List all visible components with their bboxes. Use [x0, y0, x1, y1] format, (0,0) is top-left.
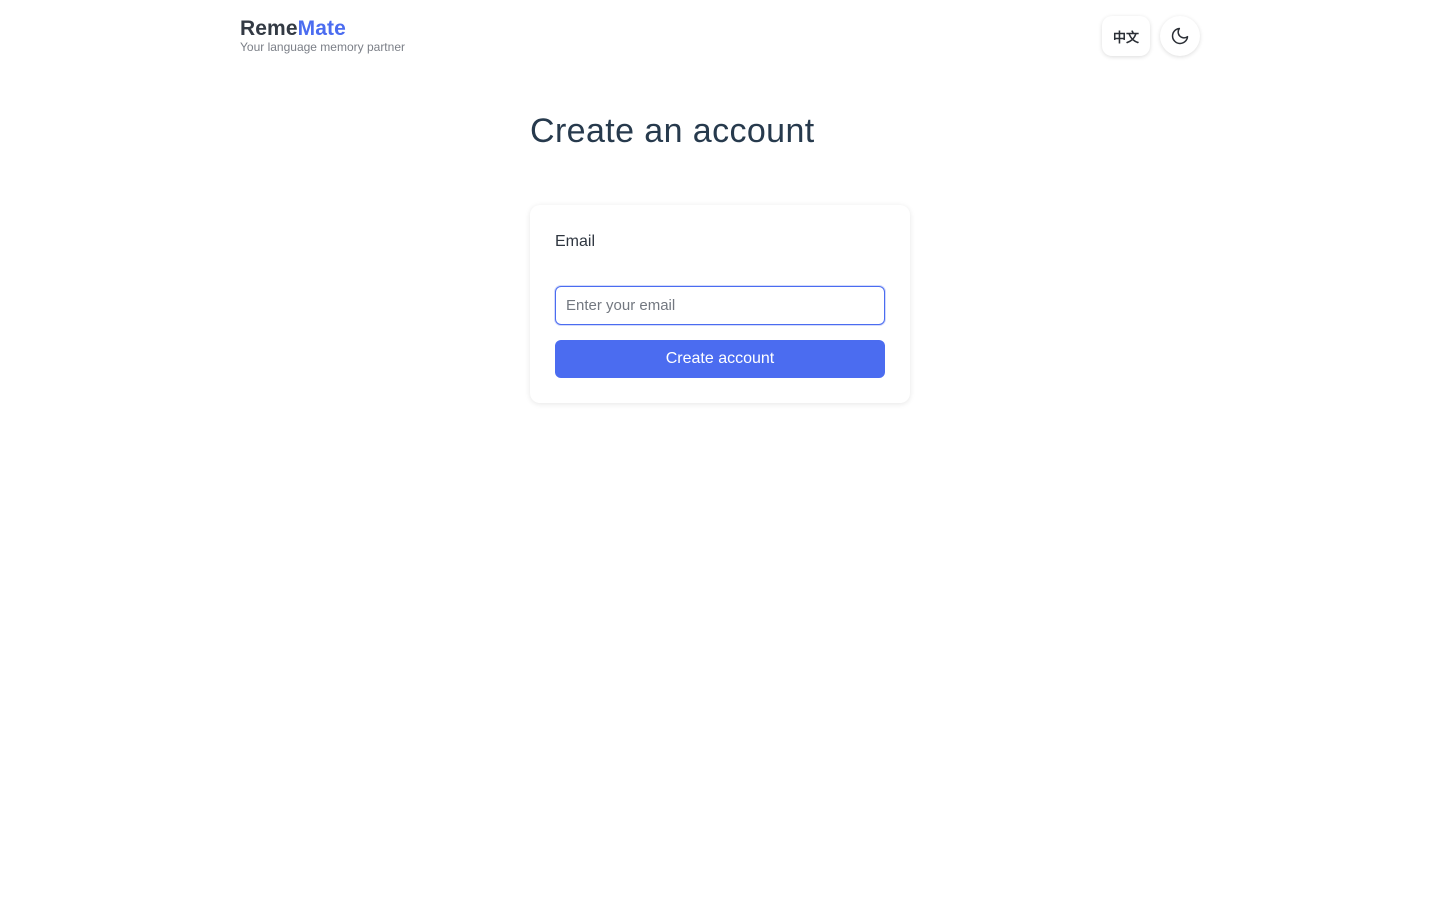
page-title: Create an account — [530, 112, 815, 150]
email-input[interactable] — [555, 286, 885, 325]
theme-toggle-button[interactable] — [1160, 16, 1200, 56]
header: RemeMate Your language memory partner 中文 — [240, 16, 1200, 58]
language-toggle-button[interactable]: 中文 — [1102, 16, 1150, 56]
brand-name-part1: Reme — [240, 17, 298, 40]
email-label: Email — [555, 233, 596, 250]
brand[interactable]: RemeMate Your language memory partner — [240, 16, 405, 53]
brand-logo: RemeMate — [240, 16, 405, 42]
brand-tagline: Your language memory partner — [240, 40, 405, 54]
create-account-button[interactable]: Create account — [555, 340, 885, 378]
moon-icon — [1171, 27, 1189, 45]
brand-name-part2: Mate — [297, 17, 346, 40]
signup-card: Email Create account — [530, 205, 910, 403]
